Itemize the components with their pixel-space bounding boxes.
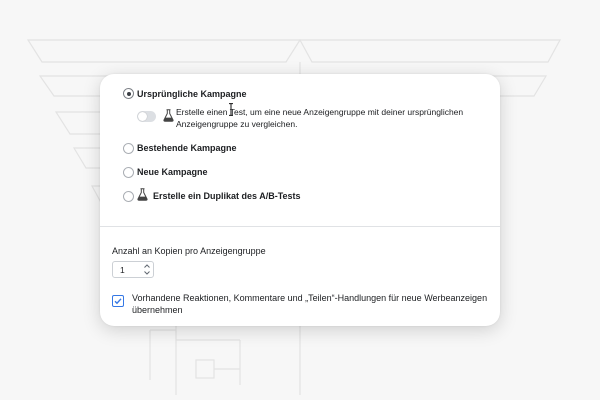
radio-duplicate-ab-test[interactable] xyxy=(123,191,134,202)
radio-label-duplicate-ab-test: Erstelle ein Duplikat des A/B-Tests xyxy=(153,191,301,201)
text-cursor-icon xyxy=(229,103,233,116)
checkmark-icon xyxy=(114,298,122,305)
radio-label-original-campaign: Ursprüngliche Kampagne xyxy=(137,89,247,99)
copies-value: 1 xyxy=(120,265,125,275)
section-divider xyxy=(100,226,500,227)
duplicate-settings-card: Ursprüngliche Kampagne Erstelle einen Te… xyxy=(100,74,500,326)
radio-new-campaign[interactable] xyxy=(123,167,134,178)
create-test-description: Erstelle einen Test, um eine neue Anzeig… xyxy=(176,107,464,129)
flask-icon xyxy=(137,188,148,201)
carry-over-engagement-checkbox[interactable] xyxy=(112,295,124,307)
radio-label-existing-campaign: Bestehende Kampagne xyxy=(137,143,237,153)
copies-stepper[interactable]: 1 xyxy=(112,261,154,278)
radio-existing-campaign[interactable] xyxy=(123,143,134,154)
chevron-up-icon[interactable] xyxy=(143,263,151,269)
copies-label: Anzahl an Kopien pro Anzeigengruppe xyxy=(112,246,266,256)
create-test-toggle[interactable] xyxy=(137,111,156,122)
radio-label-new-campaign: Neue Kampagne xyxy=(137,167,208,177)
flask-icon xyxy=(163,109,174,122)
carry-over-engagement-label: Vorhandene Reaktionen, Kommentare und „T… xyxy=(132,293,488,315)
chevron-down-icon[interactable] xyxy=(143,270,151,276)
radio-original-campaign[interactable] xyxy=(123,88,134,99)
